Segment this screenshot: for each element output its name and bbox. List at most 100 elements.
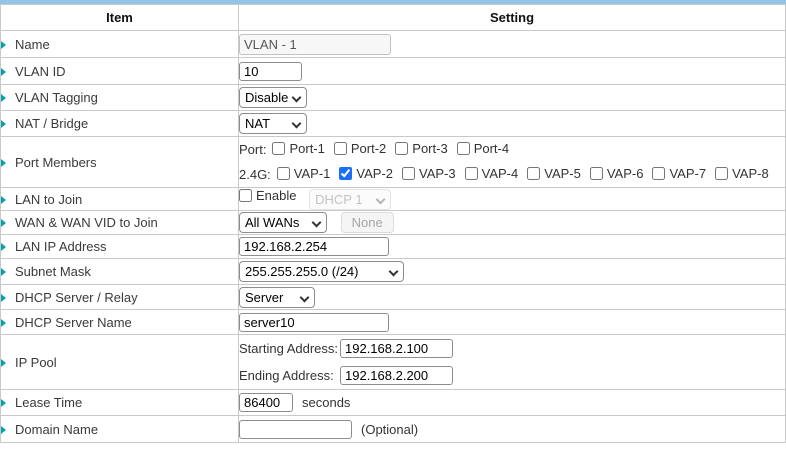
arrow-icon (1, 243, 6, 251)
lan-ip-input[interactable] (239, 237, 389, 256)
arrow-icon (1, 41, 6, 49)
dhcp-join-select[interactable]: DHCP 1 (309, 189, 391, 210)
vlan-tagging-select[interactable]: Disable (239, 87, 307, 108)
vap-member-vap-2[interactable]: VAP-2 (339, 166, 393, 181)
vap-member-checkbox-vap-5[interactable] (527, 167, 540, 180)
vap-member-vap-4[interactable]: VAP-4 (465, 166, 519, 181)
dhcp-server-name-label: DHCP Server Name (15, 315, 132, 330)
lan-join-enable-label: Enable (256, 188, 296, 203)
name-label: Name (15, 37, 50, 52)
item-column-header: Item (1, 5, 239, 31)
arrow-icon (1, 68, 6, 76)
vap-member-label: VAP-6 (607, 166, 644, 181)
table-row: DHCP Server / Relay Server (1, 285, 786, 310)
vap-member-label: VAP-3 (419, 166, 456, 181)
nat-bridge-label: NAT / Bridge (15, 116, 88, 131)
port-members-label: Port Members (15, 155, 97, 170)
port-member-port-3[interactable]: Port-3 (395, 141, 447, 156)
none-button[interactable]: None (341, 212, 394, 233)
dhcp-mode-select[interactable]: Server (239, 287, 315, 308)
table-row: Name (1, 31, 786, 58)
vap-member-label: VAP-7 (669, 166, 706, 181)
port-member-port-4[interactable]: Port-4 (457, 141, 509, 156)
lan-to-join-label: LAN to Join (15, 192, 82, 207)
wan-join-label: WAN & WAN VID to Join (15, 215, 158, 230)
port-member-checkbox-port-1[interactable] (272, 142, 285, 155)
dhcp-mode-label: DHCP Server / Relay (15, 290, 138, 305)
arrow-icon (1, 359, 6, 367)
table-row: LAN IP Address (1, 235, 786, 259)
subnet-mask-label: Subnet Mask (15, 264, 91, 279)
starting-address-label: Starting Address: (239, 341, 340, 356)
domain-name-hint: (Optional) (361, 422, 418, 437)
vlan-id-label: VLAN ID (15, 64, 66, 79)
arrow-icon (1, 159, 6, 167)
nat-bridge-select[interactable]: NAT (239, 113, 307, 134)
vlan-id-input[interactable] (239, 62, 302, 81)
vap-member-checkbox-vap-2[interactable] (339, 167, 352, 180)
vap-member-checkbox-vap-1[interactable] (277, 167, 290, 180)
arrow-icon (1, 268, 6, 276)
port-member-port-2[interactable]: Port-2 (334, 141, 386, 156)
table-row: Lease Time seconds (1, 390, 786, 416)
vap-checkbox-group: VAP-1 VAP-2 VAP-3 VAP-4 VAP-5 VAP-6 VAP-7 VAP-8 (277, 166, 778, 183)
arrow-icon (1, 219, 6, 227)
lease-time-input[interactable] (239, 393, 293, 412)
arrow-icon (1, 319, 6, 327)
port-member-checkbox-port-2[interactable] (334, 142, 347, 155)
lan-join-enable-checkbox[interactable] (239, 189, 252, 202)
table-row: Subnet Mask 255.255.255.0 (/24) (1, 259, 786, 285)
domain-name-input[interactable] (239, 420, 352, 439)
dhcp-server-name-input[interactable] (239, 313, 389, 332)
port-checkbox-group: Port-1 Port-2 Port-3 Port-4 (272, 141, 518, 158)
lan-ip-label: LAN IP Address (15, 239, 107, 254)
vap-member-checkbox-vap-8[interactable] (715, 167, 728, 180)
vlan-settings-table: Item Setting Name VLAN ID VLAN Tagging D… (0, 4, 786, 443)
wan-join-select[interactable]: All WANs (239, 212, 327, 233)
port-member-port-1[interactable]: Port-1 (272, 141, 324, 156)
vap-member-vap-3[interactable]: VAP-3 (402, 166, 456, 181)
vap-member-label: VAP-5 (544, 166, 581, 181)
vap-member-label: VAP-4 (482, 166, 519, 181)
port-member-label: Port-1 (289, 141, 324, 156)
starting-address-input[interactable] (340, 339, 453, 358)
port-member-label: Port-3 (412, 141, 447, 156)
port-member-checkbox-port-4[interactable] (457, 142, 470, 155)
table-row: Domain Name (Optional) (1, 416, 786, 443)
lease-time-unit: seconds (302, 395, 350, 410)
vap-member-checkbox-vap-6[interactable] (590, 167, 603, 180)
vap-member-label: VAP-8 (732, 166, 769, 181)
vap-member-vap-6[interactable]: VAP-6 (590, 166, 644, 181)
arrow-icon (1, 120, 6, 128)
setting-column-header: Setting (239, 5, 786, 31)
vlan-name-input[interactable] (239, 34, 391, 55)
domain-name-label: Domain Name (15, 422, 98, 437)
arrow-icon (1, 426, 6, 434)
table-row: VLAN ID (1, 58, 786, 85)
table-row: LAN to Join Enable DHCP 1 (1, 188, 786, 211)
vap-member-checkbox-vap-7[interactable] (652, 167, 665, 180)
subnet-mask-select[interactable]: 255.255.255.0 (/24) (239, 261, 404, 282)
vap-member-checkbox-vap-4[interactable] (465, 167, 478, 180)
vap-member-vap-8[interactable]: VAP-8 (715, 166, 769, 181)
lan-join-enable[interactable]: Enable (239, 188, 296, 203)
vap-member-vap-7[interactable]: VAP-7 (652, 166, 706, 181)
vlan-tagging-label: VLAN Tagging (15, 90, 98, 105)
arrow-icon (1, 196, 6, 204)
ending-address-input[interactable] (340, 366, 453, 385)
port-member-checkbox-port-3[interactable] (395, 142, 408, 155)
arrow-icon (1, 94, 6, 102)
table-row: WAN & WAN VID to Join All WANs None (1, 211, 786, 235)
arrow-icon (1, 294, 6, 302)
port-member-label: Port-2 (351, 141, 386, 156)
ending-address-label: Ending Address: (239, 368, 340, 383)
vap-member-vap-1[interactable]: VAP-1 (277, 166, 331, 181)
table-row: IP Pool Starting Address: Ending Address… (1, 335, 786, 390)
port-group-label: Port: (239, 142, 266, 157)
table-row: Port Members Port: Port-1Port-2Port-3Por… (1, 137, 786, 188)
arrow-icon (1, 399, 6, 407)
vap-member-checkbox-vap-3[interactable] (402, 167, 415, 180)
vap-member-label: VAP-2 (356, 166, 393, 181)
wifi-group-label: 2.4G: (239, 167, 271, 182)
vap-member-vap-5[interactable]: VAP-5 (527, 166, 581, 181)
